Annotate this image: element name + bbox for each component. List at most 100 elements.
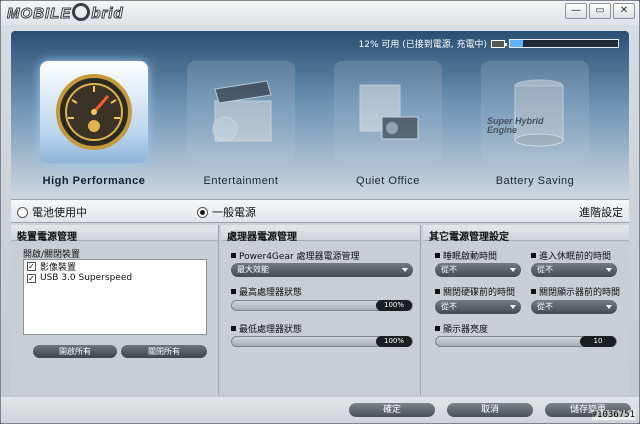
display-off-label: 關閉顯示器前的時間 — [539, 288, 621, 298]
device-power-section: 裝置電源管理 開啟/關閉裝置 ✓ 影像裝置 ✓ USB 3.0 Superspe… — [11, 225, 219, 395]
device-power-title: 裝置電源管理 — [11, 225, 218, 243]
power4gear-label: Power4Gear 處理器電源管理 — [239, 252, 360, 262]
bullet-icon — [231, 253, 236, 258]
enable-all-button[interactable]: 開啟所有 — [33, 345, 117, 358]
mode-label: High Performance — [42, 175, 146, 187]
super-hybrid-engine-text: Super Hybrid Engine — [487, 116, 544, 135]
max-state-value[interactable]: 100% — [376, 300, 412, 311]
device-label: 影像裝置 — [40, 262, 77, 273]
battery-radio[interactable] — [17, 206, 28, 218]
min-state-slider[interactable]: 100% — [231, 336, 413, 347]
power-mode-list: High Performance Entertainment Quiet Off… — [39, 61, 590, 187]
chevron-down-icon — [606, 268, 612, 272]
logo-o-mark — [72, 3, 91, 21]
logo-text-right: brid — [91, 5, 124, 23]
title-bar: MOBILE brid — ▭ ✕ — [1, 1, 639, 25]
advanced-settings-link[interactable]: 進階設定 — [579, 204, 623, 220]
battery-level-fill — [510, 40, 523, 47]
chevron-down-icon — [606, 305, 612, 309]
hibernate-heading: 進入休眠前的時間 — [531, 249, 611, 262]
display-off-dropdown[interactable]: 從不 — [531, 300, 617, 314]
settings-panel: 裝置電源管理 開啟/關閉裝置 ✓ 影像裝置 ✓ USB 3.0 Superspe… — [11, 225, 629, 395]
chevron-down-icon — [402, 268, 408, 272]
super-hybrid-engine-icon: Super Hybrid Engine — [481, 61, 589, 163]
disable-all-button[interactable]: 關閉所有 — [121, 345, 207, 358]
battery-radio-label: 電池使用中 — [32, 206, 87, 219]
projector-icon — [334, 61, 442, 163]
list-item[interactable]: ✓ USB 3.0 Superspeed — [24, 272, 206, 284]
hibernate-label: 進入休眠前的時間 — [539, 252, 612, 262]
hibernate-value: 從不 — [537, 265, 553, 274]
hibernate-dropdown[interactable]: 從不 — [531, 263, 617, 277]
battery-status-text: 12% 可用 (已接到電源, 充電中) — [358, 40, 487, 50]
ok-button[interactable]: 確定 — [349, 403, 435, 417]
ac-radio-option[interactable]: 一般電源 — [197, 204, 256, 220]
sleep-dropdown[interactable]: 從不 — [435, 263, 521, 277]
ac-radio-label: 一般電源 — [212, 206, 256, 219]
display-off-heading: 關閉顯示器前的時間 — [531, 285, 620, 298]
power4gear-heading: Power4Gear 處理器電源管理 — [231, 249, 360, 262]
speedometer-icon — [40, 61, 148, 163]
max-state-label: 最高處理器狀態 — [239, 288, 303, 298]
power4gear-dropdown[interactable]: 最大效能 — [231, 263, 413, 277]
min-state-label: 最低處理器狀態 — [239, 325, 303, 335]
sleep-heading: 睡眠啟動時間 — [435, 249, 497, 262]
min-state-value[interactable]: 100% — [376, 336, 412, 347]
list-item[interactable]: ✓ 影像裝置 — [24, 260, 206, 273]
max-state-slider[interactable]: 100% — [231, 300, 413, 311]
mode-quiet-office[interactable]: Quiet Office — [333, 61, 443, 187]
brightness-label: 顯示器亮度 — [443, 325, 489, 335]
min-state-heading: 最低處理器狀態 — [231, 322, 302, 335]
battery-status: 12% 可用 (已接到電源, 充電中) — [359, 37, 619, 50]
cpu-power-title: 處理器電源管理 — [221, 225, 420, 243]
watermark-text: #1036751 — [591, 410, 635, 420]
chevron-down-icon — [510, 268, 516, 272]
sleep-value: 從不 — [441, 265, 457, 274]
mode-panel: 12% 可用 (已接到電源, 充電中) High Performance Ent… — [11, 31, 629, 196]
mode-entertainment[interactable]: Entertainment — [186, 61, 296, 187]
mode-label: Entertainment — [203, 175, 279, 187]
chevron-down-icon — [510, 305, 516, 309]
sleep-label: 睡眠啟動時間 — [443, 252, 498, 262]
bullet-icon — [435, 253, 440, 258]
logo-text-left: MOBILE — [6, 5, 72, 23]
clapperboard-icon — [187, 61, 295, 163]
mode-label: Battery Saving — [495, 175, 575, 187]
bullet-icon — [231, 289, 236, 294]
bullet-icon — [231, 326, 236, 331]
footer-bar: 確定 取消 儲存變更 — [1, 397, 639, 423]
ac-radio[interactable] — [197, 206, 208, 218]
disk-off-dropdown[interactable]: 從不 — [435, 300, 521, 314]
battery-level-bar — [509, 39, 619, 48]
battery-icon — [491, 39, 507, 48]
disk-off-value: 從不 — [441, 302, 457, 311]
display-off-value: 從不 — [537, 302, 553, 311]
restore-button[interactable]: ▭ — [589, 3, 611, 19]
brightness-heading: 顯示器亮度 — [435, 322, 488, 335]
bullet-icon — [435, 326, 440, 331]
disk-off-heading: 關閉硬碟前的時間 — [435, 285, 515, 298]
other-power-title: 其它電源管理設定 — [423, 225, 629, 243]
device-label: USB 3.0 Superspeed — [40, 273, 133, 283]
mode-battery-saving[interactable]: Super Hybrid Engine Battery Saving — [480, 61, 590, 187]
bullet-icon — [531, 253, 536, 258]
cpu-power-section: 處理器電源管理 Power4Gear 處理器電源管理 最大效能 最高處理器狀態 … — [221, 225, 421, 395]
brightness-slider[interactable]: 10 — [435, 336, 617, 347]
max-state-heading: 最高處理器狀態 — [231, 285, 302, 298]
battery-radio-option[interactable]: 電池使用中 — [17, 204, 87, 220]
mode-label: Quiet Office — [356, 175, 420, 187]
bullet-icon — [531, 289, 536, 294]
mode-high-performance[interactable]: High Performance — [39, 61, 149, 187]
device-list[interactable]: ✓ 影像裝置 ✓ USB 3.0 Superspeed — [23, 259, 207, 335]
other-power-section: 其它電源管理設定 睡眠啟動時間 從不 進入休眠前的時間 從不 關閉硬碟前的時間 — [423, 225, 629, 395]
mobilehybrid-logo: MOBILE brid — [6, 3, 124, 23]
brightness-value[interactable]: 10 — [580, 336, 616, 347]
app-window: MOBILE brid — ▭ ✕ 12% 可用 (已接到電源, 充電中) Hi… — [0, 0, 640, 424]
minimize-button[interactable]: — — [565, 3, 587, 19]
bullet-icon — [435, 289, 440, 294]
disk-off-label: 關閉硬碟前的時間 — [443, 288, 516, 298]
device-checkbox[interactable]: ✓ — [27, 273, 36, 283]
cancel-button[interactable]: 取消 — [447, 403, 533, 417]
device-checkbox[interactable]: ✓ — [27, 261, 36, 271]
close-button[interactable]: ✕ — [613, 3, 635, 19]
